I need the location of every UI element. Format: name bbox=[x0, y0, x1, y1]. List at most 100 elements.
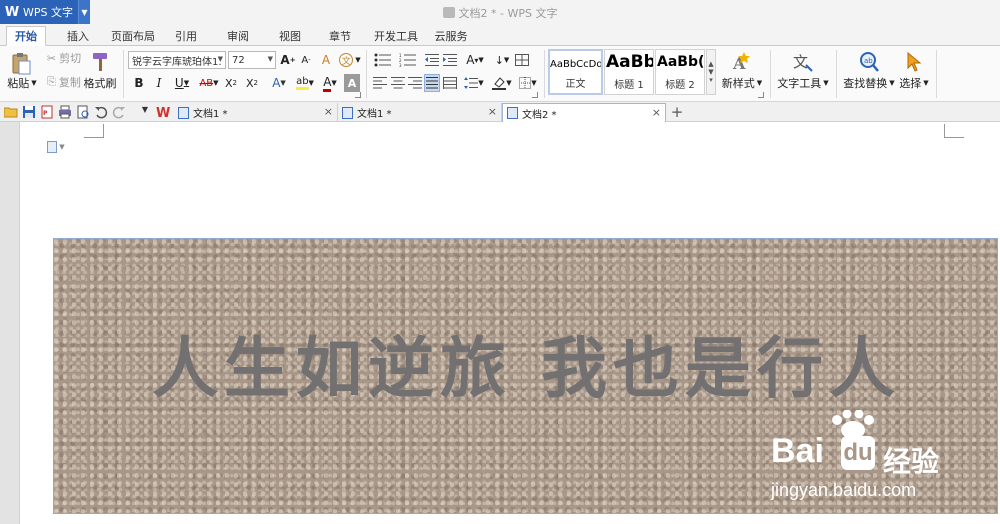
chevron-down-icon[interactable]: ▼ bbox=[708, 68, 713, 76]
find-replace-button[interactable]: 查找替换 ▼ bbox=[840, 76, 898, 90]
close-icon[interactable]: × bbox=[488, 105, 497, 118]
page-margin-marker bbox=[84, 124, 104, 138]
copy-icon: ⎘ bbox=[47, 75, 56, 88]
cut-button[interactable]: ✂ 剪切 bbox=[44, 51, 84, 66]
expand-gallery-icon[interactable]: ▾ bbox=[709, 76, 713, 84]
tab-review[interactable]: 审阅 bbox=[222, 26, 254, 46]
tab-page-layout[interactable]: 页面布局 bbox=[108, 26, 158, 46]
tab-developer[interactable]: 开发工具 bbox=[370, 26, 422, 46]
paste-icon[interactable] bbox=[6, 50, 36, 78]
watermark-url: jingyan.baidu.com bbox=[771, 480, 917, 500]
paragraph-dialog-launcher-icon[interactable] bbox=[532, 92, 538, 98]
save-icon[interactable] bbox=[22, 105, 36, 119]
bold-icon[interactable]: B bbox=[131, 74, 147, 92]
new-style-icon[interactable]: A bbox=[728, 50, 754, 74]
doc-tab-3[interactable]: 文档2 * × bbox=[502, 103, 666, 122]
sort-icon[interactable]: ↓ ▼ bbox=[492, 51, 512, 69]
bullet-list-icon[interactable] bbox=[372, 51, 394, 69]
grow-font-icon[interactable]: A + bbox=[280, 51, 295, 69]
select-button[interactable]: 选择 ▼ bbox=[896, 76, 932, 90]
chevron-up-icon[interactable]: ▲ bbox=[708, 60, 713, 68]
border-icon[interactable]: ▼ bbox=[516, 74, 540, 92]
close-icon[interactable]: × bbox=[324, 105, 333, 118]
align-right-icon[interactable] bbox=[407, 74, 423, 92]
tab-view[interactable]: 视图 bbox=[274, 26, 306, 46]
find-replace-icon[interactable]: ab bbox=[856, 50, 882, 74]
strikethrough-icon[interactable]: AB ▼ bbox=[197, 74, 221, 92]
decrease-indent-icon[interactable] bbox=[424, 51, 440, 69]
customize-toolbar-icon[interactable]: ▼ bbox=[138, 105, 152, 119]
window-title: 文档2 * - WPS 文字 bbox=[0, 5, 1000, 21]
justify-icon[interactable] bbox=[424, 74, 440, 92]
watermark-brand: Bai bbox=[771, 432, 824, 470]
font-family-select[interactable]: 锐字云字库琥珀体1. ▼ bbox=[128, 51, 226, 69]
wps-w-icon[interactable]: W bbox=[156, 105, 170, 121]
document-tab-bar: P ▼ W 文档1 * × 文档1 * × 文档2 * × + bbox=[0, 102, 1000, 122]
text-tools-button[interactable]: 文字工具 ▼ bbox=[776, 76, 830, 90]
redo-icon[interactable] bbox=[112, 105, 126, 119]
select-cursor-icon[interactable] bbox=[902, 50, 926, 74]
tab-reference[interactable]: 引用 bbox=[170, 26, 202, 46]
baidu-jingyan-watermark: Bai du 经验 jingyan.baidu.com bbox=[763, 410, 993, 506]
format-painter-icon[interactable] bbox=[86, 50, 114, 74]
increase-indent-icon[interactable] bbox=[442, 51, 458, 69]
new-style-button[interactable]: 新样式 ▼ bbox=[718, 76, 766, 90]
style-normal[interactable]: AaBbCcDd 正文 bbox=[548, 49, 603, 95]
page-margin-marker bbox=[944, 124, 964, 138]
superscript-icon[interactable]: X2 bbox=[223, 74, 239, 92]
line-spacing-icon[interactable]: ▼ bbox=[462, 74, 486, 92]
tab-chapter[interactable]: 章节 bbox=[324, 26, 356, 46]
copy-button[interactable]: ⎘ 复制 bbox=[44, 75, 84, 89]
tab-insert[interactable]: 插入 bbox=[60, 26, 96, 46]
format-painter-button[interactable]: 格式刷 bbox=[82, 76, 118, 90]
chinese-layout-icon[interactable]: A ▾ ▼ bbox=[462, 51, 488, 69]
highlight-icon[interactable]: ab ▼ bbox=[292, 74, 318, 92]
character-shading-icon[interactable]: A bbox=[344, 74, 360, 92]
align-left-icon[interactable] bbox=[372, 74, 388, 92]
new-tab-plus-icon[interactable]: + bbox=[668, 103, 686, 121]
shrink-font-icon[interactable]: A- bbox=[299, 51, 313, 69]
clear-format-icon[interactable]: A bbox=[318, 51, 334, 69]
svg-text:ab: ab bbox=[864, 57, 873, 65]
paragraph-shading-icon[interactable]: ▼ bbox=[490, 74, 514, 92]
open-folder-icon[interactable] bbox=[3, 105, 18, 119]
show-hide-marks-icon[interactable] bbox=[514, 51, 530, 69]
text-effect-icon[interactable]: A ▼ bbox=[266, 74, 292, 92]
paste-dropdown-icon[interactable]: ▼ bbox=[31, 79, 36, 87]
left-gutter bbox=[0, 122, 20, 524]
style-heading-1[interactable]: AaBb 标题 1 bbox=[604, 49, 654, 95]
document-icon bbox=[442, 7, 455, 18]
font-size-select[interactable]: 72 ▼ bbox=[228, 51, 276, 69]
underline-icon[interactable]: U ▼ bbox=[170, 74, 194, 92]
print-preview-icon[interactable] bbox=[76, 105, 90, 119]
align-center-icon[interactable] bbox=[390, 74, 406, 92]
font-dialog-launcher-icon[interactable] bbox=[355, 92, 361, 98]
styles-dialog-launcher-icon[interactable] bbox=[758, 92, 764, 98]
distributed-align-icon[interactable] bbox=[442, 74, 458, 92]
styles-gallery-scroll[interactable]: ▲ ▼ ▾ bbox=[706, 49, 716, 95]
numbered-list-icon[interactable]: 123 bbox=[397, 51, 419, 69]
print-icon[interactable] bbox=[58, 105, 72, 119]
paste-button[interactable]: 粘贴 ▼ bbox=[4, 76, 40, 90]
italic-icon[interactable]: I bbox=[151, 74, 167, 92]
doc-tab-2[interactable]: 文档1 * × bbox=[338, 103, 502, 122]
separator bbox=[366, 50, 367, 98]
scissors-icon: ✂ bbox=[46, 51, 57, 65]
separator bbox=[836, 50, 837, 98]
close-icon[interactable]: × bbox=[652, 106, 661, 119]
svg-text:W: W bbox=[156, 106, 170, 119]
text-tools-icon[interactable]: 文 bbox=[790, 50, 816, 74]
subscript-icon[interactable]: X2 bbox=[244, 74, 260, 92]
export-pdf-icon[interactable]: P bbox=[40, 105, 54, 119]
ribbon: 粘贴 ▼ ✂ 剪切 ⎘ 复制 格式刷 锐字云字库琥珀体1. ▼ 72 ▼ A + A- A … bbox=[0, 46, 1000, 102]
font-color-icon[interactable]: A ▼ bbox=[318, 74, 342, 92]
doc-tab-1[interactable]: 文档1 * × bbox=[174, 103, 338, 122]
tab-start[interactable]: 开始 bbox=[6, 26, 46, 46]
word-document-icon bbox=[507, 107, 518, 119]
style-heading-2[interactable]: AaBb( 标题 2 bbox=[655, 49, 705, 95]
phonetic-guide-icon[interactable]: 文 ▼ bbox=[338, 51, 362, 69]
tab-cloud[interactable]: 云服务 bbox=[432, 26, 470, 46]
undo-icon[interactable] bbox=[94, 105, 108, 119]
word-document-icon bbox=[342, 106, 353, 119]
paragraph-layout-icon[interactable]: ▼ bbox=[44, 140, 68, 154]
